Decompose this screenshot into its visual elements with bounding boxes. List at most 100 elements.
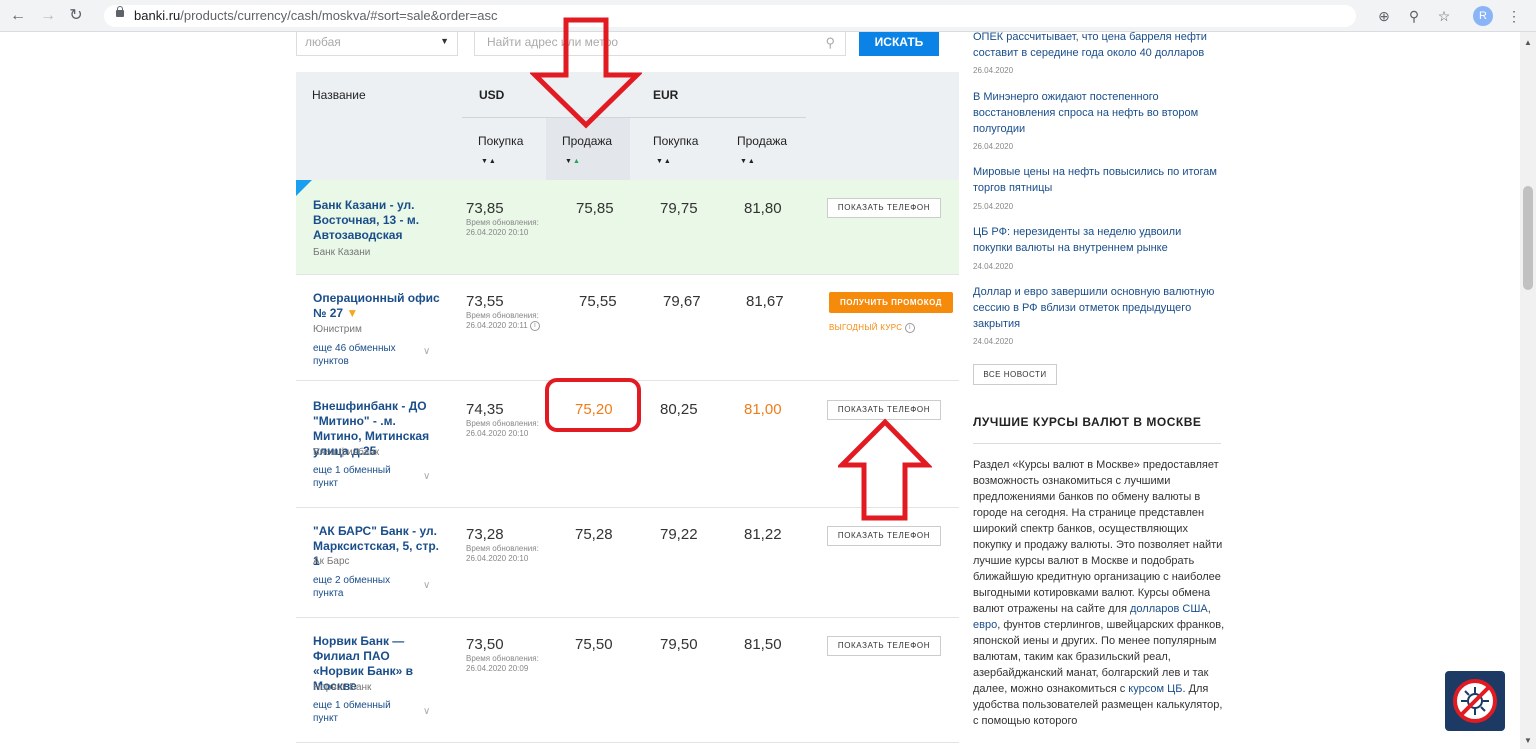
back-icon[interactable]: ← [8, 6, 28, 26]
update-time: Время обновления: 26.04.2020 20:11 i [466, 311, 540, 331]
eur-buy-rate: 79,50 [660, 636, 698, 653]
reload-icon[interactable]: ↻ [66, 6, 86, 26]
more-branches-link[interactable]: еще 46 обменных пунктов [313, 342, 403, 368]
no-virus-icon [1453, 679, 1497, 723]
url-text: banki.ru/products/currency/cash/moskva/#… [134, 8, 498, 23]
eur-sell-sort-icon[interactable]: ▼▲ [740, 158, 756, 165]
table-row[interactable]: Банк Казани - ул. Восточная, 13 - м. Авт… [296, 180, 959, 275]
chevron-down-icon[interactable]: ∨ [423, 706, 430, 717]
eur-buy-rate: 79,22 [660, 526, 698, 543]
bank-name: Юнистрим [313, 324, 362, 335]
usd-buy-rate: 73,85 [466, 200, 504, 217]
chevron-down-icon[interactable]: ∨ [423, 346, 430, 357]
update-time: Время обновления: 26.04.2020 20:10 [466, 419, 539, 438]
eur-sell-header[interactable]: Продажа [737, 134, 787, 148]
usd-sell-header[interactable]: Продажа [562, 134, 612, 148]
news-date: 26.04.2020 [973, 142, 1014, 151]
info-icon[interactable]: i [904, 323, 915, 333]
star-icon[interactable]: ☆ [1434, 6, 1454, 26]
eur-buy-header[interactable]: Покупка [653, 134, 698, 148]
all-news-button[interactable]: ВСЕ НОВОСТИ [973, 364, 1057, 385]
usd-sell-rate: 75,50 [575, 636, 613, 653]
show-phone-button[interactable]: ПОКАЗАТЬ ТЕЛЕФОН [827, 400, 941, 420]
update-time: Время обновления: 26.04.2020 20:10 [466, 218, 539, 237]
show-phone-button[interactable]: ПОКАЗАТЬ ТЕЛЕФОН [827, 526, 941, 546]
usd-link[interactable]: долларов США [1130, 603, 1208, 615]
eur-sell-rate: 81,50 [744, 636, 782, 653]
news-link[interactable]: ЦБ РФ: нерезиденты за неделю удвоили пок… [973, 224, 1221, 256]
benefit-rate-label: ВЫГОДНЫЙ КУРС i [829, 323, 915, 333]
lock-icon [116, 6, 124, 17]
more-branches-link[interactable]: еще 2 обменных пункта [313, 574, 403, 600]
table-row[interactable]: Операционный офис № 27 ▼ Юнистрим еще 46… [296, 275, 959, 381]
eur-buy-rate: 79,75 [660, 200, 698, 217]
bank-name: Внешфинбанк [313, 447, 380, 458]
eur-header: EUR [653, 88, 679, 102]
news-link[interactable]: ОПЕК рассчитывает, что цена барреля нефт… [973, 29, 1221, 61]
branch-name-link[interactable]: Операционный офис № 27 ▼ [313, 291, 443, 321]
diamond-icon: ▼ [346, 306, 359, 320]
news-date: 26.04.2020 [973, 66, 1014, 75]
eur-buy-sort-icon[interactable]: ▼▲ [656, 158, 672, 165]
column-name-header: Название [312, 88, 366, 102]
news-link[interactable]: Мировые цены на нефть повысились по итог… [973, 164, 1221, 196]
usd-buy-rate: 73,55 [466, 293, 504, 310]
browser-toolbar: ← → ↻ banki.ru/products/currency/cash/mo… [0, 0, 1536, 32]
floating-widget-button[interactable] [1445, 671, 1505, 731]
scroll-up-icon[interactable]: ▲ [1524, 38, 1532, 47]
info-icon[interactable]: i [529, 321, 540, 331]
table-row[interactable]: "АК БАРС" Банк - ул. Марксистская, 5, ст… [296, 508, 959, 618]
up-arrow-annotation [838, 418, 932, 521]
scroll-thumb[interactable] [1523, 186, 1533, 290]
section-divider [973, 443, 1221, 444]
update-time: Время обновления: 26.04.2020 20:09 [466, 654, 539, 673]
chevron-down-icon[interactable]: ∨ [423, 471, 430, 482]
news-link[interactable]: В Минэнерго ожидают постепенного восстан… [973, 89, 1221, 137]
highlight-box-annotation [545, 378, 641, 432]
usd-buy-rate: 74,35 [466, 401, 504, 418]
add-icon[interactable]: ⊕ [1374, 6, 1394, 26]
usd-sell-rate: 75,85 [576, 200, 614, 217]
search-button[interactable]: ИСКАТЬ [859, 32, 939, 56]
news-date: 24.04.2020 [973, 337, 1014, 346]
usd-buy-header[interactable]: Покупка [478, 134, 523, 148]
branch-name-link[interactable]: Банк Казани - ул. Восточная, 13 - м. Авт… [313, 198, 443, 243]
usd-sell-rate: 75,55 [579, 293, 617, 310]
eur-sell-rate: 81,80 [744, 200, 782, 217]
type-select-value: любая [305, 35, 341, 49]
get-promo-button[interactable]: ПОЛУЧИТЬ ПРОМОКОД [829, 292, 953, 313]
news-date: 24.04.2020 [973, 262, 1014, 271]
more-branches-link[interactable]: еще 1 обменный пункт [313, 464, 403, 490]
type-select[interactable]: любая ▼ [296, 32, 458, 56]
more-branches-link[interactable]: еще 1 обменный пункт [313, 699, 403, 725]
news-date: 25.04.2020 [973, 202, 1014, 211]
eur-buy-rate: 80,25 [660, 401, 698, 418]
show-phone-button[interactable]: ПОКАЗАТЬ ТЕЛЕФОН [827, 198, 941, 218]
avatar[interactable]: R [1473, 6, 1493, 26]
section-title: ЛУЧШИЕ КУРСЫ ВАЛЮТ В МОСКВЕ [973, 415, 1202, 429]
address-bar[interactable]: banki.ru/products/currency/cash/moskva/#… [104, 5, 1356, 27]
menu-icon[interactable]: ⋮ [1504, 6, 1524, 26]
search-icon: ⚲ [825, 35, 835, 50]
chevron-down-icon[interactable]: ∨ [423, 580, 430, 591]
usd-buy-sort-icon[interactable]: ▼▲ [481, 158, 497, 165]
usd-sell-rate: 75,28 [575, 526, 613, 543]
usd-header: USD [479, 88, 505, 102]
eur-sell-rate: 81,67 [746, 293, 784, 310]
usd-buy-rate: 73,50 [466, 636, 504, 653]
bank-name: Ак Барс [313, 556, 350, 567]
eur-link[interactable]: евро [973, 619, 997, 631]
table-row[interactable]: Норвик Банк — Филиал ПАО «Норвик Банк» в… [296, 618, 959, 743]
section-text: Раздел «Курсы валют в Москве» предоставл… [973, 459, 1225, 727]
featured-corner [296, 180, 312, 196]
news-link[interactable]: Доллар и евро завершили основную валютну… [973, 284, 1221, 332]
zoom-icon[interactable]: ⚲ [1404, 6, 1424, 26]
forward-icon[interactable]: → [38, 6, 58, 26]
show-phone-button[interactable]: ПОКАЗАТЬ ТЕЛЕФОН [827, 636, 941, 656]
scroll-down-icon[interactable]: ▼ [1524, 736, 1532, 745]
usd-sell-sort-icon[interactable]: ▼▲ [565, 158, 581, 165]
usd-buy-rate: 73,28 [466, 526, 504, 543]
cb-rate-link[interactable]: курсом ЦБ [1128, 683, 1182, 695]
eur-sell-rate: 81,00 [744, 401, 782, 418]
vertical-scrollbar[interactable]: ▲ ▼ [1520, 32, 1536, 749]
